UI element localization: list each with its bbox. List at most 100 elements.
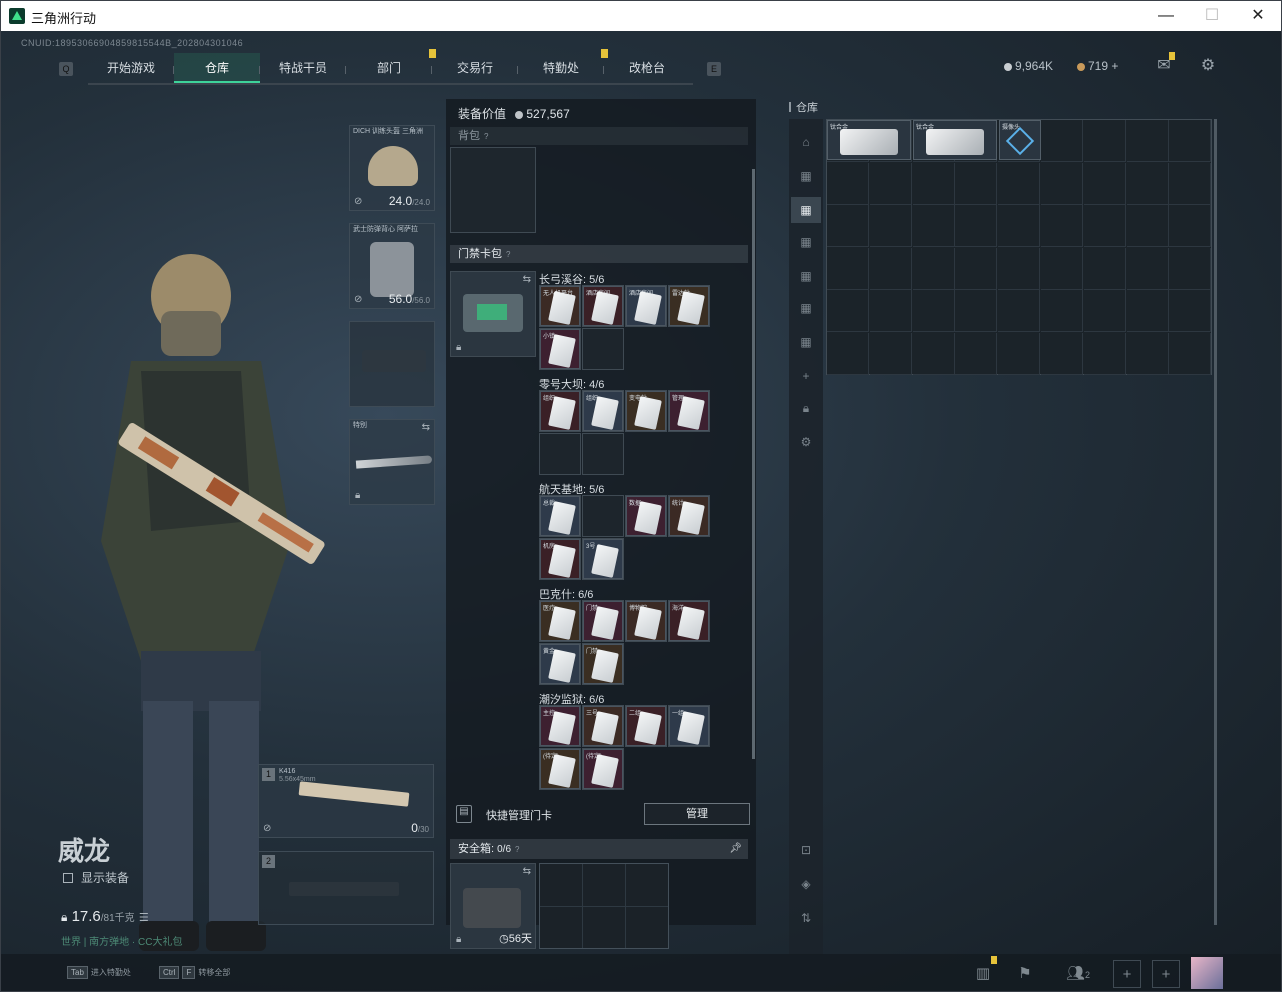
helmet-slot[interactable]: DICH 训练头盔 三角洲 ⊘ 24.0/24.0 xyxy=(349,125,435,211)
avatar[interactable] xyxy=(1191,957,1223,989)
backpack-slot[interactable] xyxy=(450,147,536,233)
swap-icon[interactable]: ⇆ xyxy=(422,422,430,433)
keycard-item[interactable]: 机房 xyxy=(540,539,580,579)
stash-cell[interactable] xyxy=(1041,205,1083,247)
stash-cell[interactable] xyxy=(869,247,912,290)
keycard-cell[interactable] xyxy=(582,495,624,537)
keycard-item[interactable]: 门禁 xyxy=(583,644,623,684)
keycard-item[interactable]: 三号 xyxy=(583,706,623,746)
tab-3[interactable]: 部门 xyxy=(346,49,436,83)
swap-icon[interactable]: ⇆ xyxy=(523,866,531,877)
keycard-cell[interactable] xyxy=(625,643,667,685)
stash-cell[interactable] xyxy=(1041,120,1083,162)
stash-cell[interactable] xyxy=(869,205,912,247)
keycard-item[interactable]: 小镇 xyxy=(540,329,580,369)
stash-cell[interactable] xyxy=(827,205,869,247)
keycard-item[interactable]: 主控 xyxy=(540,706,580,746)
stash-cell[interactable] xyxy=(1169,247,1212,290)
keycard-item[interactable]: 数据 xyxy=(626,496,666,536)
keycard-item[interactable]: 门禁 xyxy=(583,601,623,641)
stash-cell[interactable] xyxy=(1041,290,1083,332)
stash-cell[interactable] xyxy=(1126,247,1169,290)
stash-cell[interactable] xyxy=(1041,162,1083,205)
pin-icon[interactable]: 📌︎ xyxy=(729,839,742,859)
stash-cell[interactable] xyxy=(955,332,998,375)
tab-5[interactable]: 特勤处 xyxy=(518,49,608,83)
keycard-cell[interactable] xyxy=(625,748,667,790)
stash-cell[interactable] xyxy=(1169,332,1212,375)
keycard-cell[interactable] xyxy=(668,433,710,475)
keycard-item[interactable]: (待定) xyxy=(540,749,580,789)
lock-icon[interactable]: 🔒︎ xyxy=(797,399,815,417)
stash-cell[interactable] xyxy=(1169,120,1212,162)
keycard-item[interactable]: 变电站 xyxy=(626,391,666,431)
keycard-cell[interactable] xyxy=(668,538,710,580)
keycard-cell[interactable] xyxy=(582,328,624,370)
keycard-cell[interactable] xyxy=(625,433,667,475)
stash-cell[interactable] xyxy=(1083,332,1126,375)
add-tab-icon[interactable]: + xyxy=(797,367,815,385)
stash-settings-icon[interactable]: ⚙ xyxy=(797,433,815,451)
swap-icon[interactable]: ⇆ xyxy=(523,274,531,285)
stash-cell[interactable] xyxy=(912,205,955,247)
unequip-icon[interactable]: ⊘ xyxy=(263,823,271,834)
keycard-cell[interactable] xyxy=(668,328,710,370)
stash-cell[interactable] xyxy=(827,247,869,290)
keycard-item[interactable]: 医疗 xyxy=(540,601,580,641)
stash-cell[interactable] xyxy=(912,332,955,375)
keycard-item[interactable]: 组织 xyxy=(540,391,580,431)
stash-cell[interactable] xyxy=(912,247,955,290)
stash-tab-2-icon[interactable]: ▦ xyxy=(797,167,815,185)
stash-cell[interactable] xyxy=(1126,162,1169,205)
stash-cell[interactable] xyxy=(1126,290,1169,332)
stash-cell[interactable] xyxy=(955,205,998,247)
stash-cell[interactable] xyxy=(1083,205,1126,247)
keycard-item[interactable]: 黄金 xyxy=(540,644,580,684)
keycard-cell[interactable] xyxy=(625,538,667,580)
stash-cell[interactable] xyxy=(998,247,1041,290)
armor-slot[interactable]: 武士防弹背心 阿萨拉 ⊘ 56.0/56.0 xyxy=(349,223,435,309)
keycard-item[interactable]: 二组 xyxy=(626,706,666,746)
show-gear-toggle[interactable]: 显示装备 xyxy=(63,869,129,886)
stash-cell[interactable] xyxy=(1083,290,1126,332)
settings-gear-icon[interactable]: ⚙ xyxy=(1197,55,1219,77)
stash-cell[interactable] xyxy=(1169,205,1212,247)
pistol-slot[interactable] xyxy=(349,321,435,407)
stash-cell[interactable] xyxy=(998,205,1041,247)
stash-cell[interactable] xyxy=(1126,332,1169,375)
minimize-button[interactable]: — xyxy=(1143,1,1189,31)
unequip-icon[interactable]: ⊘ xyxy=(354,294,362,305)
keycard-item[interactable]: 管理 xyxy=(669,391,709,431)
stash-cell[interactable] xyxy=(1126,205,1169,247)
primary-weapon-slot[interactable]: 1 K416 5.56x45mm ⊘ 0/30 xyxy=(258,764,434,838)
stash-cell[interactable] xyxy=(1126,120,1169,162)
currency-premium[interactable]: 719 + xyxy=(1077,59,1118,73)
keycard-item[interactable]: 酒店房间 xyxy=(626,286,666,326)
keycard-item[interactable]: 总裁 xyxy=(540,496,580,536)
keycard-cell[interactable] xyxy=(582,433,624,475)
tab-1[interactable]: 仓库 xyxy=(174,53,260,83)
nav-prev-icon[interactable]: Q xyxy=(59,62,73,76)
keycard-cell[interactable] xyxy=(625,328,667,370)
stash-cell[interactable] xyxy=(827,162,869,205)
keycard-item[interactable]: 雷达站 xyxy=(669,286,709,326)
keycard-item[interactable]: (待定) xyxy=(583,749,623,789)
layers-icon[interactable]: ◈ xyxy=(797,875,815,893)
stash-cell[interactable] xyxy=(912,162,955,205)
keycard-item[interactable]: 无人机平台 xyxy=(540,286,580,326)
sort-icon[interactable]: ⊡ xyxy=(797,841,815,859)
flag-icon[interactable]: ⚑ xyxy=(1011,960,1039,988)
keycard-cell[interactable] xyxy=(668,643,710,685)
tab-4[interactable]: 交易行 xyxy=(432,53,518,83)
help-icon[interactable]: ? xyxy=(484,132,488,141)
nav-next-icon[interactable]: E xyxy=(707,62,721,76)
titanium-item[interactable]: 钛合金 xyxy=(827,120,911,160)
keycard-item[interactable]: 组织 xyxy=(583,391,623,431)
keycard-cell[interactable] xyxy=(668,748,710,790)
melee-slot[interactable]: 特别 ⇆ 🔒︎ xyxy=(349,419,435,505)
stash-cell[interactable] xyxy=(912,290,955,332)
stash-cell[interactable] xyxy=(1083,247,1126,290)
keycard-item[interactable]: 海洋 xyxy=(669,601,709,641)
manage-button[interactable]: 管理 xyxy=(644,803,750,825)
stash-cell[interactable] xyxy=(1083,120,1126,162)
